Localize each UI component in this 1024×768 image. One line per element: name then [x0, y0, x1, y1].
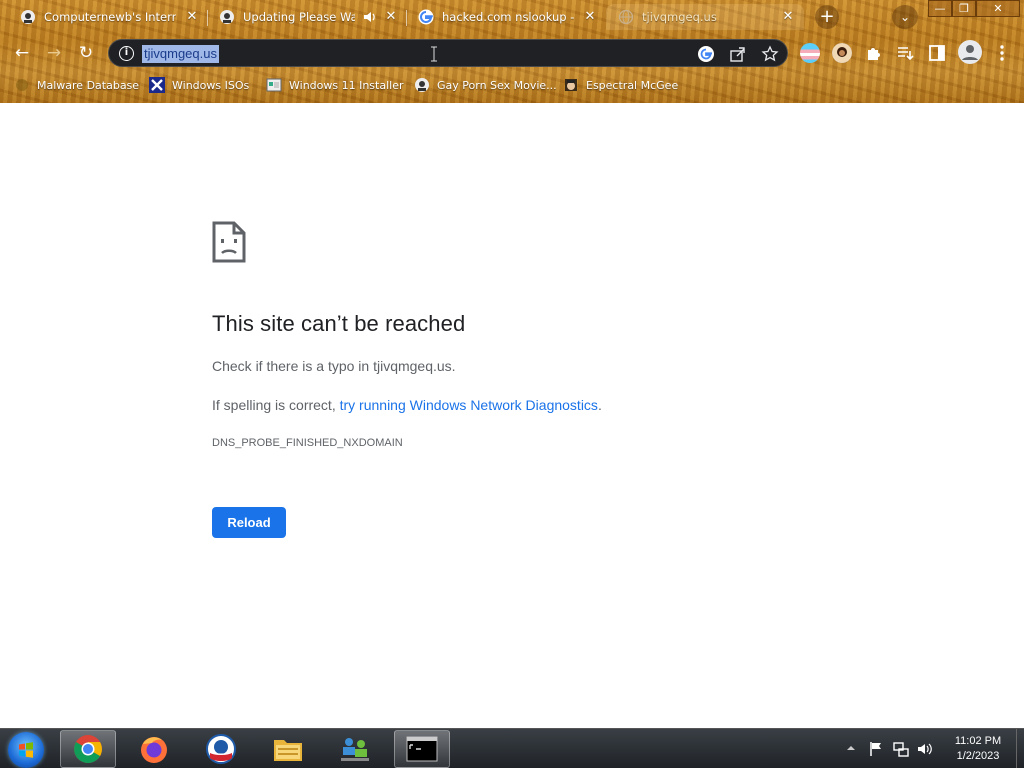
character-icon	[563, 77, 579, 93]
close-tab-icon[interactable]: ✕	[383, 9, 399, 25]
show-desktop-button[interactable]	[1016, 729, 1024, 768]
bookmark-gay-porn-sex-movie[interactable]: Gay Porn Sex Movie...	[414, 76, 557, 94]
taskbar-command-prompt[interactable]	[394, 730, 450, 768]
bookmarks-bar: Malware Database Windows ISOs Windows 11…	[0, 74, 1024, 96]
profile-avatar-icon[interactable]	[958, 40, 982, 64]
maximize-button[interactable]: ❐	[952, 0, 976, 17]
typo-hint-prefix: Check if there is a typo in	[212, 358, 374, 374]
close-tab-icon[interactable]: ✕	[780, 9, 796, 25]
minimize-button[interactable]: —	[928, 0, 952, 17]
diagnostics-prefix: If spelling is correct,	[212, 397, 340, 413]
taskbar-firefox[interactable]	[126, 730, 182, 768]
info-icon[interactable]: i	[119, 46, 134, 61]
typo-hint-host: tjivqmgeq.us	[373, 358, 452, 374]
typo-hint: Check if there is a typo in tjivqmgeq.us…	[212, 358, 456, 374]
close-window-button[interactable]: ✕	[976, 0, 1020, 17]
chrome-icon	[74, 735, 102, 763]
back-button[interactable]: ←	[10, 41, 34, 65]
tab-title: hacked.com nslookup - Go	[442, 10, 574, 24]
volume-icon[interactable]	[917, 741, 933, 757]
taskbar-obama-logo[interactable]	[193, 730, 249, 768]
bookmark-malware-database[interactable]: Malware Database	[14, 76, 139, 94]
x-icon	[149, 77, 165, 93]
reload-page-button[interactable]: Reload	[212, 507, 286, 538]
clock-time: 11:02 PM	[954, 735, 1002, 747]
tab-updating[interactable]: Updating Please Wait ✕	[207, 4, 407, 30]
network-tray-icon[interactable]	[893, 741, 909, 757]
obama-logo-icon	[206, 734, 236, 764]
clock-date: 1/2/2023	[956, 750, 1000, 762]
tab-title: tjivqmgeq.us	[642, 10, 717, 24]
url-text[interactable]: tjivqmgeq.us	[142, 45, 219, 63]
google-favicon	[418, 9, 434, 25]
diagnostics-hint: If spelling is correct, try running Wind…	[212, 397, 602, 413]
windows-logo-icon	[19, 742, 33, 758]
bookmark-label: Espectral McGee	[586, 78, 679, 92]
reload-button[interactable]: ↻	[74, 41, 98, 65]
bookmark-label: Malware Database	[37, 78, 140, 92]
action-center-flag-icon[interactable]	[869, 741, 883, 757]
bookmark-windows-11-installer[interactable]: Windows 11 Installer	[266, 76, 404, 94]
error-code: DNS_PROBE_FINISHED_NXDOMAIN	[212, 437, 403, 449]
trans-flag-extension-icon[interactable]	[800, 43, 820, 63]
app-favicon	[20, 9, 36, 25]
page-content: This site can’t be reached Check if ther…	[0, 103, 1024, 728]
bookmark-star-icon[interactable]	[761, 45, 779, 63]
error-title: This site can’t be reached	[212, 311, 466, 336]
sad-document-icon	[212, 221, 246, 263]
browser-chrome: Computernewb's Internet ✕ Updating Pleas…	[0, 0, 1024, 103]
menu-kebab-icon[interactable]	[992, 43, 1012, 63]
typo-hint-suffix: .	[451, 358, 456, 374]
command-prompt-icon	[406, 736, 438, 762]
app-favicon	[414, 77, 430, 93]
tab-strip: Computernewb's Internet ✕ Updating Pleas…	[0, 0, 1024, 34]
globe-favicon	[618, 9, 634, 25]
start-button[interactable]	[8, 732, 44, 768]
network-icon	[341, 738, 369, 761]
malware-icon	[14, 77, 30, 93]
system-tray	[845, 729, 940, 768]
tab-hacked-nslookup[interactable]: hacked.com nslookup - Go ✕	[406, 4, 606, 30]
taskbar-file-explorer[interactable]	[260, 730, 316, 768]
share-icon[interactable]	[729, 45, 747, 63]
new-tab-button[interactable]: +	[815, 5, 839, 29]
tab-computernewb[interactable]: Computernewb's Internet ✕	[8, 4, 208, 30]
text-cursor-icon	[431, 46, 437, 62]
google-lens-icon[interactable]	[697, 45, 715, 63]
window-controls: — ❐ ✕	[928, 0, 1020, 17]
extensions-puzzle-icon[interactable]	[864, 43, 884, 63]
bookmark-label: Gay Porn Sex Movie...	[437, 78, 557, 92]
address-bar[interactable]: i tjivqmgeq.us	[108, 39, 788, 67]
close-tab-icon[interactable]: ✕	[582, 9, 598, 25]
diagnostics-suffix: .	[597, 397, 602, 413]
firefox-icon	[141, 737, 167, 763]
taskbar-network[interactable]	[327, 730, 383, 768]
installer-icon	[266, 77, 282, 93]
bookmark-label: Windows ISOs	[172, 78, 250, 92]
show-hidden-icons-icon[interactable]	[845, 742, 857, 754]
side-panel-icon[interactable]	[927, 43, 947, 63]
close-tab-icon[interactable]: ✕	[184, 9, 200, 25]
app-favicon	[219, 9, 235, 25]
tab-title: Updating Please Wait	[243, 10, 355, 24]
tab-tjivqmgeq[interactable]: tjivqmgeq.us ✕	[606, 4, 804, 30]
bookmark-label: Windows 11 Installer	[289, 78, 404, 92]
forward-button[interactable]: →	[42, 41, 66, 65]
taskbar-clock[interactable]: 11:02 PM 1/2/2023	[944, 734, 1012, 764]
toolbar: ← → ↻ i tjivqmgeq.us	[0, 36, 1024, 70]
avatar-extension-icon[interactable]	[832, 43, 852, 63]
bookmark-espectral-mcgee[interactable]: Espectral McGee	[563, 76, 678, 94]
taskbar-chrome[interactable]	[60, 730, 116, 768]
folder-icon	[274, 740, 302, 761]
network-diagnostics-link[interactable]: try running Windows Network Diagnostics	[340, 397, 598, 413]
speaker-icon[interactable]	[363, 9, 377, 25]
reading-list-icon[interactable]	[895, 43, 915, 63]
tab-title: Computernewb's Internet	[44, 10, 176, 24]
tab-search-button[interactable]: ⌄	[892, 5, 918, 29]
taskbar: 11:02 PM 1/2/2023	[0, 728, 1024, 768]
bookmark-windows-isos[interactable]: Windows ISOs	[149, 76, 249, 94]
